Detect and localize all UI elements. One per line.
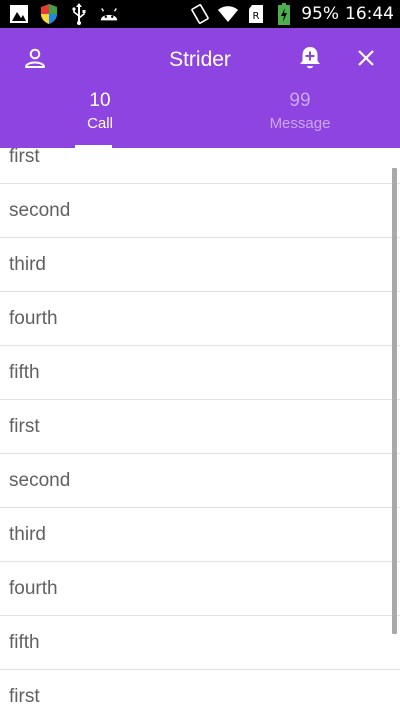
list-item[interactable]: third xyxy=(0,508,400,562)
list-item[interactable]: fifth xyxy=(0,346,400,400)
list-item-text: third xyxy=(9,523,46,545)
list-item-text: third xyxy=(9,253,46,275)
list-item-text: fifth xyxy=(9,631,40,653)
list-item-text: fifth xyxy=(9,361,40,383)
tab-call[interactable]: 10 Call xyxy=(0,84,200,148)
status-bar-notifications xyxy=(8,0,120,28)
list-item-text: first xyxy=(9,415,40,437)
list-item[interactable]: fourth xyxy=(0,292,400,346)
list-item-text: second xyxy=(9,469,71,491)
list-item[interactable]: fifth xyxy=(0,616,400,670)
list-item-text: fourth xyxy=(9,307,58,329)
list-item-text: first xyxy=(9,148,40,167)
close-icon xyxy=(356,48,376,72)
toolbar: Strider xyxy=(0,28,400,92)
profile-icon xyxy=(24,47,46,73)
tab-call-count: 10 xyxy=(89,90,111,111)
list-item[interactable]: first xyxy=(0,670,400,711)
battery-charging-icon xyxy=(273,3,295,25)
toolbar-title: Strider xyxy=(169,48,231,71)
scrollbar[interactable] xyxy=(392,168,397,634)
sim-icon: R xyxy=(245,3,267,25)
rotate-icon xyxy=(189,3,211,25)
list-viewport[interactable]: first second third fourth fifth first se… xyxy=(0,148,400,711)
list-item[interactable]: first xyxy=(0,400,400,454)
tab-bar: 10 Call 99 Message xyxy=(0,84,400,148)
svg-text:R: R xyxy=(253,11,260,22)
image-notification-icon xyxy=(8,3,30,25)
tab-message-label: Message xyxy=(269,115,331,132)
list-item[interactable]: fourth xyxy=(0,562,400,616)
profile-button[interactable] xyxy=(21,46,49,74)
list-item-text: first xyxy=(9,685,40,707)
shield-icon xyxy=(38,3,60,25)
clock: 16:44 xyxy=(345,4,394,24)
list: first second third fourth fifth first se… xyxy=(0,148,400,711)
list-item-text: second xyxy=(9,199,71,221)
list-item[interactable]: second xyxy=(0,454,400,508)
app-bar: Strider 10 Call 99 Message xyxy=(0,28,400,148)
bell-add-icon xyxy=(298,45,322,75)
android-icon xyxy=(98,3,120,25)
status-bar: R 95% 16:44 xyxy=(0,0,400,28)
list-item[interactable]: second xyxy=(0,184,400,238)
tab-call-label: Call xyxy=(87,115,113,132)
add-notification-button[interactable] xyxy=(296,46,324,74)
status-bar-system: R 95% 16:44 xyxy=(189,0,394,28)
list-item-text: fourth xyxy=(9,577,58,599)
tab-message-count: 99 xyxy=(289,90,311,111)
battery-percent: 95% xyxy=(301,4,339,24)
tab-message[interactable]: 99 Message xyxy=(200,84,400,148)
wifi-icon xyxy=(217,3,239,25)
list-item[interactable]: first xyxy=(0,148,400,184)
list-item[interactable]: third xyxy=(0,238,400,292)
close-button[interactable] xyxy=(352,46,380,74)
usb-icon xyxy=(68,3,90,25)
